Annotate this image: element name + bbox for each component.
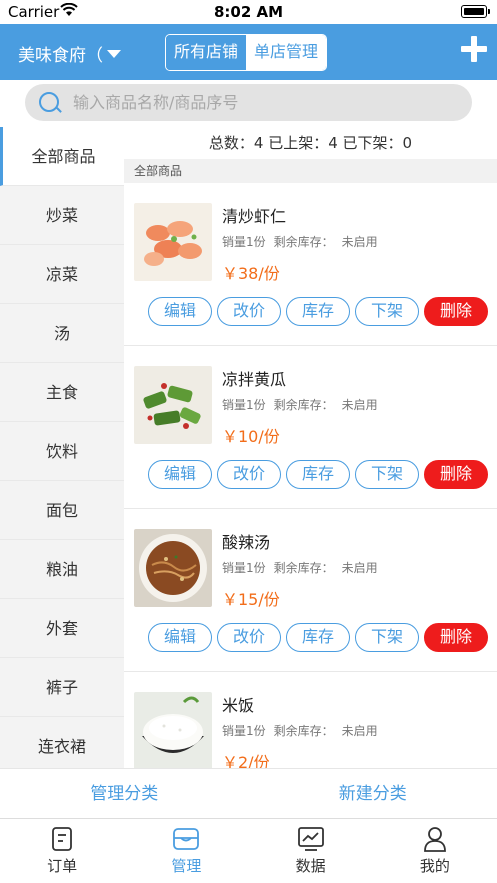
product-meta: 销量1份 剩余库存： 未启用 <box>222 233 386 250</box>
product-image-soup <box>134 529 212 607</box>
manage-category-button[interactable]: 管理分类 <box>0 769 249 818</box>
delete-button[interactable]: 删除 <box>424 297 488 326</box>
add-icon[interactable] <box>461 36 487 62</box>
take-down-button[interactable]: 下架 <box>355 460 419 489</box>
product-name: 米饭 <box>222 696 255 715</box>
stock-label: 剩余库存： <box>273 561 334 575</box>
change-price-button[interactable]: 改价 <box>217 460 281 489</box>
product-image-rice <box>134 692 212 768</box>
product-name: 酸辣汤 <box>222 533 271 552</box>
edit-button[interactable]: 编辑 <box>148 623 212 652</box>
change-price-button[interactable]: 改价 <box>217 297 281 326</box>
edit-button[interactable]: 编辑 <box>148 297 212 326</box>
sales-count: 销量1份 <box>222 724 266 738</box>
product-list-panel: 总数：4 已上架：4 已下架：0 全部商品 清炒虾仁 销量1份 剩余库存： 未启用 … <box>124 127 497 768</box>
segment-single-store[interactable]: 单店管理 <box>246 35 327 70</box>
category-header: 全部商品 <box>124 159 497 183</box>
stock-button[interactable]: 库存 <box>286 297 350 326</box>
product-name: 清炒虾仁 <box>222 207 287 226</box>
stock-label: 剩余库存： <box>273 398 334 412</box>
product-card[interactable]: 清炒虾仁 销量1份 剩余库存： 未启用 ￥38/份 编辑 改价 库存 下架 删除 <box>124 183 497 346</box>
product-actions: 编辑 改价 库存 下架 删除 <box>148 460 493 489</box>
sidebar-item-all[interactable]: 全部商品 <box>0 127 124 186</box>
search-icon <box>39 92 59 112</box>
edit-button[interactable]: 编辑 <box>148 460 212 489</box>
data-chart-icon <box>297 827 324 851</box>
stock-value: 未启用 <box>341 561 378 575</box>
sales-count: 销量1份 <box>222 398 266 412</box>
product-count-summary: 总数：4 已上架：4 已下架：0 <box>208 134 413 152</box>
product-price: ￥2/份 <box>222 753 270 768</box>
sidebar-item-stir-fry[interactable]: 炒菜 <box>0 186 124 245</box>
caret-down-icon <box>107 49 121 58</box>
stock-value: 未启用 <box>341 724 378 738</box>
sidebar-item-soup[interactable]: 汤 <box>0 304 124 363</box>
product-image-cucumber <box>134 366 212 444</box>
sidebar-item-grain-oil[interactable]: 粮油 <box>0 540 124 599</box>
segment-all-stores[interactable]: 所有店铺 <box>166 35 247 70</box>
manage-icon <box>173 828 200 850</box>
tab-label: 我的 <box>419 857 450 875</box>
search-bar <box>25 84 472 121</box>
clock: 8:02 AM <box>213 3 284 21</box>
product-price: ￥10/份 <box>222 427 280 446</box>
product-card[interactable]: 米饭 销量1份 剩余库存： 未启用 ￥2/份 <box>124 672 497 768</box>
sidebar-item-pants[interactable]: 裤子 <box>0 658 124 717</box>
user-icon <box>423 827 446 852</box>
stock-label: 剩余库存： <box>273 724 334 738</box>
product-card[interactable]: 凉拌黄瓜 销量1份 剩余库存： 未启用 ￥10/份 编辑 改价 库存 下架 删除 <box>124 346 497 509</box>
store-name: 美味食府（ <box>18 46 103 66</box>
product-card[interactable]: 酸辣汤 销量1份 剩余库存： 未启用 ￥15/份 编辑 改价 库存 下架 删除 <box>124 509 497 672</box>
tab-label: 管理 <box>171 857 202 875</box>
product-price: ￥38/份 <box>222 264 280 283</box>
search-input[interactable] <box>73 84 453 121</box>
product-meta: 销量1份 剩余库存： 未启用 <box>222 396 386 413</box>
tab-label: 订单 <box>47 857 78 875</box>
product-name: 凉拌黄瓜 <box>222 370 287 389</box>
new-category-button[interactable]: 新建分类 <box>249 769 497 818</box>
stock-button[interactable]: 库存 <box>286 460 350 489</box>
category-actions-bar: 管理分类 新建分类 <box>0 768 497 818</box>
search-area <box>0 80 497 126</box>
product-actions: 编辑 改价 库存 下架 删除 <box>148 297 493 326</box>
tab-mine[interactable]: 我的 <box>373 819 497 883</box>
sidebar-item-drinks[interactable]: 饮料 <box>0 422 124 481</box>
change-price-button[interactable]: 改价 <box>217 623 281 652</box>
product-image-shrimp <box>134 203 212 281</box>
top-nav-bar: 美味食府（ 所有店铺 单店管理 <box>0 24 497 80</box>
product-actions: 编辑 改价 库存 下架 删除 <box>148 623 493 652</box>
status-bar: Carrier 8:02 AM <box>0 0 497 24</box>
battery-icon <box>461 5 490 18</box>
store-mode-segmented-control: 所有店铺 单店管理 <box>165 34 328 71</box>
sidebar-item-staple[interactable]: 主食 <box>0 363 124 422</box>
stock-label: 剩余库存： <box>273 235 334 249</box>
product-price: ￥15/份 <box>222 590 280 609</box>
delete-button[interactable]: 删除 <box>424 623 488 652</box>
sales-count: 销量1份 <box>222 561 266 575</box>
take-down-button[interactable]: 下架 <box>355 297 419 326</box>
stock-value: 未启用 <box>341 235 378 249</box>
tab-label: 数据 <box>295 857 326 875</box>
tab-data[interactable]: 数据 <box>249 819 373 883</box>
stock-button[interactable]: 库存 <box>286 623 350 652</box>
delete-button[interactable]: 删除 <box>424 460 488 489</box>
take-down-button[interactable]: 下架 <box>355 623 419 652</box>
sidebar-item-bread[interactable]: 面包 <box>0 481 124 540</box>
product-meta: 销量1份 剩余库存： 未启用 <box>222 722 386 739</box>
category-sidebar: 全部商品 炒菜 凉菜 汤 主食 饮料 面包 粮油 外套 裤子 连衣裙 <box>0 127 124 768</box>
bottom-tab-bar: 订单 管理 数据 我的 <box>0 818 497 883</box>
store-selector[interactable]: 美味食府（ <box>18 41 121 66</box>
sidebar-item-dress[interactable]: 连衣裙 <box>0 717 124 768</box>
sidebar-item-cold-dish[interactable]: 凉菜 <box>0 245 124 304</box>
product-meta: 销量1份 剩余库存： 未启用 <box>222 559 386 576</box>
tab-manage[interactable]: 管理 <box>124 819 248 883</box>
stock-value: 未启用 <box>341 398 378 412</box>
order-icon <box>52 827 73 851</box>
tab-orders[interactable]: 订单 <box>0 819 124 883</box>
sales-count: 销量1份 <box>222 235 266 249</box>
sidebar-item-coat[interactable]: 外套 <box>0 599 124 658</box>
